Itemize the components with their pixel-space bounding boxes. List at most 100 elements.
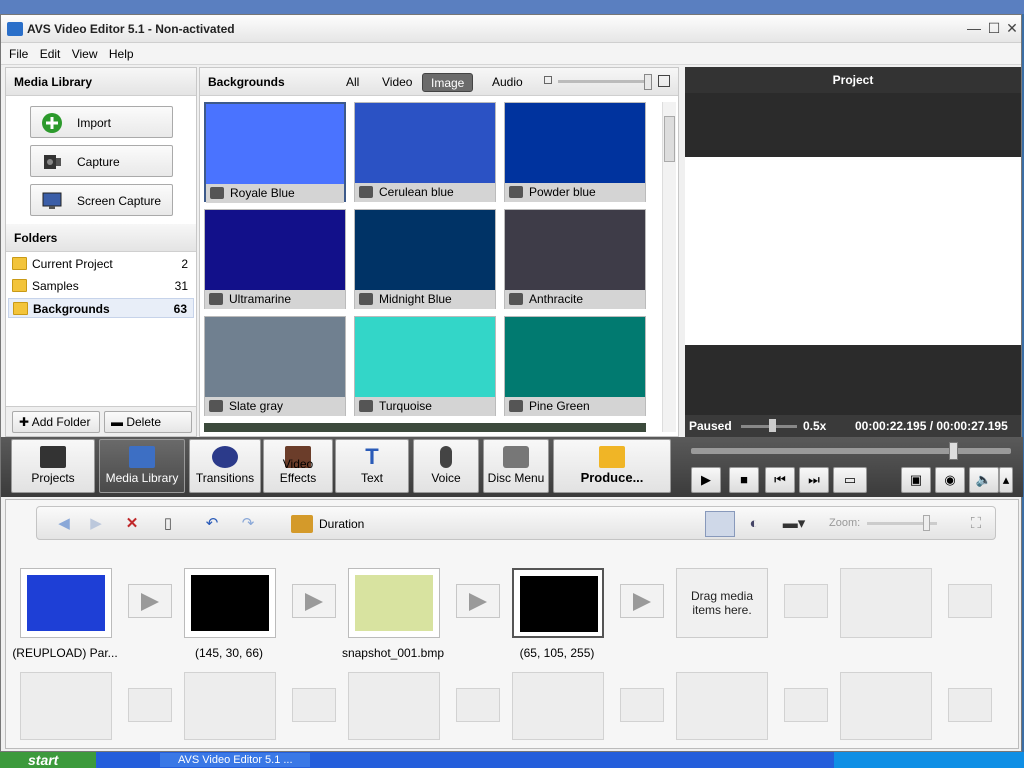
transition-slot[interactable] xyxy=(456,584,500,618)
storyboard: ◀ ▶ ✕ ▯ ↶ ↷ Duration ◐ ▬▾ Zoom: ⛶ (REUPL… xyxy=(5,499,1019,749)
empty-transition-slot xyxy=(128,688,172,722)
thumb-size-slider-handle[interactable] xyxy=(644,74,652,90)
clip-label: snapshot_001.bmp xyxy=(341,646,445,660)
app-window: AVS Video Editor 5.1 - Non-activated — ☐… xyxy=(0,14,1023,752)
zoom-slider-handle[interactable] xyxy=(923,515,930,531)
menu-view[interactable]: View xyxy=(72,43,98,65)
close-button[interactable]: ✕ xyxy=(1003,20,1021,36)
screen-capture-label: Screen Capture xyxy=(77,194,162,208)
tab-transitions[interactable]: Transitions xyxy=(189,439,261,493)
backgrounds-scrollbar[interactable] xyxy=(662,102,676,432)
filter-image[interactable]: Image xyxy=(422,73,474,92)
backgrounds-title: Backgrounds xyxy=(208,75,285,89)
transition-slot[interactable] xyxy=(128,584,172,618)
tab-projects[interactable]: Projects xyxy=(11,439,95,493)
tile-midnight-blue[interactable]: Midnight Blue xyxy=(354,209,496,309)
fullscreen-button[interactable]: ▣ xyxy=(901,467,931,493)
screen-capture-button[interactable]: Screen Capture xyxy=(30,184,173,216)
play-button[interactable]: ▶ xyxy=(691,467,721,493)
capture-label: Capture xyxy=(77,155,120,169)
clip-reupload[interactable] xyxy=(20,568,112,638)
empty-transition-slot xyxy=(292,688,336,722)
backgrounds-panel: Backgrounds All Video Image Audio Royale… xyxy=(199,67,679,437)
camera-icon: ◉ xyxy=(944,472,956,487)
tab-voice[interactable]: Voice xyxy=(413,439,479,493)
media-library-panel: Media Library Import Capture Screen Capt… xyxy=(5,67,197,449)
tile-cerulean-blue[interactable]: Cerulean blue xyxy=(354,102,496,202)
start-button[interactable]: start xyxy=(0,752,96,768)
clip-color-145-30-66[interactable] xyxy=(184,568,276,638)
arrow-right-icon xyxy=(633,593,651,611)
image-type-icon xyxy=(509,186,523,198)
capture-button[interactable]: Capture xyxy=(30,145,173,177)
tile-royale-blue[interactable]: Royale Blue xyxy=(204,102,346,203)
seek-handle[interactable] xyxy=(949,442,958,460)
menu-file[interactable]: File xyxy=(9,43,28,65)
tile-slate-gray[interactable]: Slate gray xyxy=(204,316,346,416)
delete-all-icon[interactable]: ▯ xyxy=(159,515,177,533)
next-row-peek xyxy=(204,423,646,432)
filter-video[interactable]: Video xyxy=(374,73,420,92)
tab-text[interactable]: T Text xyxy=(335,439,409,493)
empty-clip-slot xyxy=(840,672,932,740)
filter-audio[interactable]: Audio xyxy=(484,73,531,92)
playback-state: Paused xyxy=(689,419,732,433)
clip-color-65-105-255[interactable] xyxy=(512,568,604,638)
forward-icon[interactable]: ▶ xyxy=(87,515,105,533)
seek-bar[interactable] xyxy=(691,442,1011,460)
empty-transition-slot xyxy=(456,688,500,722)
back-icon[interactable]: ◀ xyxy=(55,515,73,533)
plus-icon xyxy=(42,113,62,133)
tile-anthracite[interactable]: Anthracite xyxy=(504,209,646,309)
tab-media-library[interactable]: Media Library xyxy=(99,439,185,493)
tile-ultramarine[interactable]: Ultramarine xyxy=(204,209,346,309)
snapshot-button[interactable]: ◉ xyxy=(935,467,965,493)
small-thumb-icon[interactable] xyxy=(544,76,552,84)
undo-icon[interactable]: ↶ xyxy=(203,515,221,533)
maximize-button[interactable]: ☐ xyxy=(985,20,1003,36)
filter-all[interactable]: All xyxy=(338,73,367,92)
large-thumb-icon[interactable] xyxy=(658,75,670,87)
duration-icon[interactable] xyxy=(291,515,313,533)
volume-expand-button[interactable]: ▴ xyxy=(999,467,1013,493)
import-button[interactable]: Import xyxy=(30,106,173,138)
next-frame-button[interactable]: ⏭ xyxy=(799,467,829,493)
arrow-right-icon xyxy=(469,593,487,611)
duration-label[interactable]: Duration xyxy=(319,517,364,531)
tab-disc-menu[interactable]: Disc Menu xyxy=(483,439,549,493)
record-voice-icon[interactable]: ◐ xyxy=(745,515,763,533)
taskbar-avs-item[interactable]: AVS Video Editor 5.1 ... xyxy=(160,753,310,767)
playback-speed: 0.5x xyxy=(803,419,827,433)
menu-edit[interactable]: Edit xyxy=(40,43,61,65)
speed-slider-handle[interactable] xyxy=(769,419,776,432)
storyboard-view-button[interactable] xyxy=(705,511,735,537)
thumb-size-slider[interactable] xyxy=(558,80,650,83)
scrollbar-thumb[interactable] xyxy=(664,116,675,162)
preview-screen xyxy=(685,157,1021,345)
fit-icon[interactable]: ⛶ xyxy=(967,515,985,533)
add-folder-button[interactable]: ✚ Add Folder xyxy=(12,411,100,433)
menu-help[interactable]: Help xyxy=(109,43,134,65)
folder-samples[interactable]: Samples 31 xyxy=(8,276,194,296)
clip-snapshot[interactable] xyxy=(348,568,440,638)
transition-slot[interactable] xyxy=(292,584,336,618)
folder-backgrounds[interactable]: Backgrounds 63 xyxy=(8,298,194,318)
display-options-icon[interactable]: ▬▾ xyxy=(779,515,809,533)
preview-mode-button[interactable]: ▭ xyxy=(833,467,867,493)
transition-slot[interactable] xyxy=(620,584,664,618)
tile-turquoise[interactable]: Turquoise xyxy=(354,316,496,416)
tab-video-effects[interactable]: Video Effects xyxy=(263,439,333,493)
delete-folder-button[interactable]: ▬ Delete Folder xyxy=(104,411,192,449)
redo-icon[interactable]: ↷ xyxy=(239,515,257,533)
tab-produce[interactable]: Produce... xyxy=(553,439,671,493)
delete-icon[interactable]: ✕ xyxy=(123,515,141,533)
tile-powder-blue[interactable]: Powder blue xyxy=(504,102,646,202)
preview-panel: Project Paused 0.5x 00:00:22.195 / 00:00… xyxy=(685,67,1021,437)
drop-zone[interactable]: Drag media items here. xyxy=(676,568,768,638)
previous-frame-button[interactable]: ⏮ xyxy=(765,467,795,493)
stop-button[interactable]: ■ xyxy=(729,467,759,493)
minimize-button[interactable]: — xyxy=(965,20,983,36)
tile-pine-green[interactable]: Pine Green xyxy=(504,316,646,416)
folder-current-project[interactable]: Current Project 2 xyxy=(8,254,194,274)
volume-button[interactable]: 🔈 xyxy=(969,467,999,493)
